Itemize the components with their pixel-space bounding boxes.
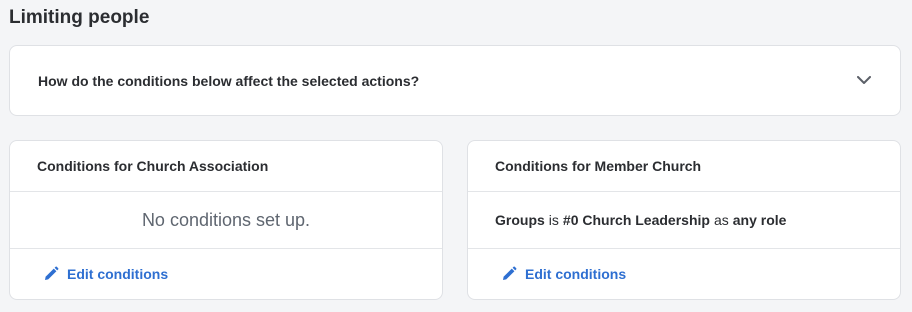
card-title: Conditions for Church Association <box>10 141 442 192</box>
rule-value: #0 Church Leadership <box>562 212 710 228</box>
rule-operator: is <box>548 212 559 228</box>
empty-conditions-message: No conditions set up. <box>10 192 442 249</box>
edit-conditions-link[interactable]: Edit conditions <box>501 266 626 282</box>
pencil-icon <box>501 266 517 282</box>
church-association-conditions-card: Conditions for Church Association No con… <box>9 140 443 300</box>
card-footer: Edit conditions <box>468 249 900 299</box>
rule-field: Groups <box>495 212 545 228</box>
card-footer: Edit conditions <box>10 249 442 299</box>
accordion-question: How do the conditions below affect the s… <box>38 72 420 89</box>
edit-conditions-label: Edit conditions <box>67 266 169 282</box>
limiting-people-page: Limiting people How do the conditions be… <box>0 0 912 312</box>
edit-conditions-label: Edit conditions <box>525 266 627 282</box>
chevron-down-icon[interactable] <box>856 73 872 89</box>
page-title: Limiting people <box>9 7 150 28</box>
member-church-conditions-card: Conditions for Member Church Groups is #… <box>467 140 901 300</box>
edit-conditions-link[interactable]: Edit conditions <box>43 266 168 282</box>
rule-role: any role <box>732 212 787 228</box>
rule-qualifier: as <box>713 212 729 228</box>
condition-rule: Groups is #0 Church Leadership as any ro… <box>468 192 900 249</box>
card-title: Conditions for Member Church <box>468 141 900 192</box>
pencil-icon <box>43 266 59 282</box>
conditions-info-accordion[interactable]: How do the conditions below affect the s… <box>9 45 901 116</box>
